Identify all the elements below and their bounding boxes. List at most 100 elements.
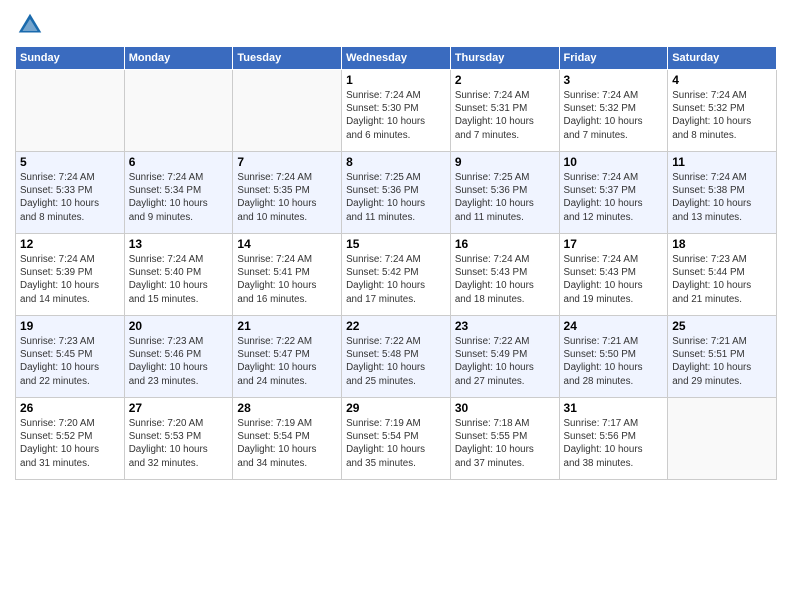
day-number: 17 <box>564 237 664 251</box>
day-number: 27 <box>129 401 229 415</box>
calendar-cell: 13 Sunrise: 7:24 AM Sunset: 5:40 PM Dayli… <box>124 234 233 316</box>
calendar-cell <box>16 70 125 152</box>
day-number: 6 <box>129 155 229 169</box>
header-cell-saturday: Saturday <box>668 47 777 70</box>
day-info: Sunrise: 7:21 AM Sunset: 5:51 PM Dayligh… <box>672 335 772 388</box>
day-info: Sunrise: 7:24 AM Sunset: 5:31 PM Dayligh… <box>455 89 555 142</box>
calendar-cell <box>233 70 342 152</box>
calendar-cell: 27 Sunrise: 7:20 AM Sunset: 5:53 PM Dayli… <box>124 398 233 480</box>
calendar-body: 1Sunrise: 7:24 AM Sunset: 5:30 PM Daylig… <box>16 70 777 480</box>
day-number: 7 <box>237 155 337 169</box>
day-number: 4 <box>672 73 772 87</box>
day-info: Sunrise: 7:20 AM Sunset: 5:53 PM Dayligh… <box>129 417 229 470</box>
day-number: 25 <box>672 319 772 333</box>
day-number: 14 <box>237 237 337 251</box>
calendar-cell: 22Sunrise: 7:22 AM Sunset: 5:48 PM Dayli… <box>342 316 451 398</box>
calendar-cell: 30 Sunrise: 7:18 AM Sunset: 5:55 PM Dayli… <box>450 398 559 480</box>
day-number: 13 <box>129 237 229 251</box>
calendar-cell: 7 Sunrise: 7:24 AM Sunset: 5:35 PM Daylig… <box>233 152 342 234</box>
day-number: 28 <box>237 401 337 415</box>
calendar-cell: 10 Sunrise: 7:24 AM Sunset: 5:37 PM Dayli… <box>559 152 668 234</box>
day-number: 22 <box>346 319 446 333</box>
calendar-cell: 29 Sunrise: 7:19 AM Sunset: 5:54 PM Dayli… <box>342 398 451 480</box>
day-info: Sunrise: 7:24 AM Sunset: 5:38 PM Dayligh… <box>672 171 772 224</box>
day-info: Sunrise: 7:24 AM Sunset: 5:35 PM Dayligh… <box>237 171 337 224</box>
calendar-cell: 31Sunrise: 7:17 AM Sunset: 5:56 PM Dayli… <box>559 398 668 480</box>
calendar-cell <box>668 398 777 480</box>
day-info: Sunrise: 7:25 AM Sunset: 5:36 PM Dayligh… <box>346 171 446 224</box>
week-row-3: 19 Sunrise: 7:23 AM Sunset: 5:45 PM Dayli… <box>16 316 777 398</box>
header-cell-wednesday: Wednesday <box>342 47 451 70</box>
day-info: Sunrise: 7:24 AM Sunset: 5:40 PM Dayligh… <box>129 253 229 306</box>
calendar-cell: 15Sunrise: 7:24 AM Sunset: 5:42 PM Dayli… <box>342 234 451 316</box>
day-number: 8 <box>346 155 446 169</box>
day-number: 11 <box>672 155 772 169</box>
header-cell-tuesday: Tuesday <box>233 47 342 70</box>
header-cell-monday: Monday <box>124 47 233 70</box>
day-number: 29 <box>346 401 446 415</box>
calendar-cell: 17 Sunrise: 7:24 AM Sunset: 5:43 PM Dayli… <box>559 234 668 316</box>
day-number: 23 <box>455 319 555 333</box>
day-number: 24 <box>564 319 664 333</box>
day-info: Sunrise: 7:24 AM Sunset: 5:32 PM Dayligh… <box>564 89 664 142</box>
calendar-cell: 24 Sunrise: 7:21 AM Sunset: 5:50 PM Dayli… <box>559 316 668 398</box>
day-info: Sunrise: 7:24 AM Sunset: 5:42 PM Dayligh… <box>346 253 446 306</box>
day-info: Sunrise: 7:24 AM Sunset: 5:43 PM Dayligh… <box>455 253 555 306</box>
day-info: Sunrise: 7:23 AM Sunset: 5:44 PM Dayligh… <box>672 253 772 306</box>
calendar-cell: 12 Sunrise: 7:24 AM Sunset: 5:39 PM Dayli… <box>16 234 125 316</box>
day-info: Sunrise: 7:19 AM Sunset: 5:54 PM Dayligh… <box>237 417 337 470</box>
calendar: SundayMondayTuesdayWednesdayThursdayFrid… <box>15 46 777 480</box>
day-info: Sunrise: 7:19 AM Sunset: 5:54 PM Dayligh… <box>346 417 446 470</box>
day-info: Sunrise: 7:24 AM Sunset: 5:41 PM Dayligh… <box>237 253 337 306</box>
calendar-cell <box>124 70 233 152</box>
day-info: Sunrise: 7:24 AM Sunset: 5:37 PM Dayligh… <box>564 171 664 224</box>
calendar-cell: 23Sunrise: 7:22 AM Sunset: 5:49 PM Dayli… <box>450 316 559 398</box>
calendar-cell: 14 Sunrise: 7:24 AM Sunset: 5:41 PM Dayli… <box>233 234 342 316</box>
calendar-cell: 5 Sunrise: 7:24 AM Sunset: 5:33 PM Daylig… <box>16 152 125 234</box>
header-cell-sunday: Sunday <box>16 47 125 70</box>
calendar-cell: 4 Sunrise: 7:24 AM Sunset: 5:32 PM Daylig… <box>668 70 777 152</box>
day-info: Sunrise: 7:24 AM Sunset: 5:39 PM Dayligh… <box>20 253 120 306</box>
header-cell-friday: Friday <box>559 47 668 70</box>
day-info: Sunrise: 7:23 AM Sunset: 5:45 PM Dayligh… <box>20 335 120 388</box>
header-row: SundayMondayTuesdayWednesdayThursdayFrid… <box>16 47 777 70</box>
week-row-4: 26 Sunrise: 7:20 AM Sunset: 5:52 PM Dayli… <box>16 398 777 480</box>
day-info: Sunrise: 7:18 AM Sunset: 5:55 PM Dayligh… <box>455 417 555 470</box>
calendar-cell: 21Sunrise: 7:22 AM Sunset: 5:47 PM Dayli… <box>233 316 342 398</box>
logo <box>15 10 49 40</box>
calendar-cell: 11 Sunrise: 7:24 AM Sunset: 5:38 PM Dayli… <box>668 152 777 234</box>
day-info: Sunrise: 7:24 AM Sunset: 5:43 PM Dayligh… <box>564 253 664 306</box>
day-number: 1 <box>346 73 446 87</box>
calendar-header: SundayMondayTuesdayWednesdayThursdayFrid… <box>16 47 777 70</box>
day-info: Sunrise: 7:21 AM Sunset: 5:50 PM Dayligh… <box>564 335 664 388</box>
day-number: 26 <box>20 401 120 415</box>
day-number: 19 <box>20 319 120 333</box>
calendar-cell: 16 Sunrise: 7:24 AM Sunset: 5:43 PM Dayli… <box>450 234 559 316</box>
day-info: Sunrise: 7:24 AM Sunset: 5:33 PM Dayligh… <box>20 171 120 224</box>
day-number: 21 <box>237 319 337 333</box>
day-number: 12 <box>20 237 120 251</box>
day-number: 18 <box>672 237 772 251</box>
day-number: 2 <box>455 73 555 87</box>
calendar-cell: 20Sunrise: 7:23 AM Sunset: 5:46 PM Dayli… <box>124 316 233 398</box>
day-info: Sunrise: 7:24 AM Sunset: 5:32 PM Dayligh… <box>672 89 772 142</box>
day-number: 30 <box>455 401 555 415</box>
calendar-cell: 18 Sunrise: 7:23 AM Sunset: 5:44 PM Dayli… <box>668 234 777 316</box>
day-number: 16 <box>455 237 555 251</box>
calendar-cell: 2 Sunrise: 7:24 AM Sunset: 5:31 PM Daylig… <box>450 70 559 152</box>
calendar-cell: 3Sunrise: 7:24 AM Sunset: 5:32 PM Daylig… <box>559 70 668 152</box>
logo-icon <box>15 10 45 40</box>
calendar-cell: 28 Sunrise: 7:19 AM Sunset: 5:54 PM Dayli… <box>233 398 342 480</box>
day-number: 5 <box>20 155 120 169</box>
day-info: Sunrise: 7:24 AM Sunset: 5:34 PM Dayligh… <box>129 171 229 224</box>
calendar-cell: 19 Sunrise: 7:23 AM Sunset: 5:45 PM Dayli… <box>16 316 125 398</box>
week-row-2: 12 Sunrise: 7:24 AM Sunset: 5:39 PM Dayli… <box>16 234 777 316</box>
calendar-cell: 6 Sunrise: 7:24 AM Sunset: 5:34 PM Daylig… <box>124 152 233 234</box>
week-row-1: 5 Sunrise: 7:24 AM Sunset: 5:33 PM Daylig… <box>16 152 777 234</box>
calendar-cell: 9Sunrise: 7:25 AM Sunset: 5:36 PM Daylig… <box>450 152 559 234</box>
day-info: Sunrise: 7:17 AM Sunset: 5:56 PM Dayligh… <box>564 417 664 470</box>
calendar-cell: 25 Sunrise: 7:21 AM Sunset: 5:51 PM Dayli… <box>668 316 777 398</box>
day-info: Sunrise: 7:20 AM Sunset: 5:52 PM Dayligh… <box>20 417 120 470</box>
day-number: 10 <box>564 155 664 169</box>
page-header <box>15 10 777 40</box>
